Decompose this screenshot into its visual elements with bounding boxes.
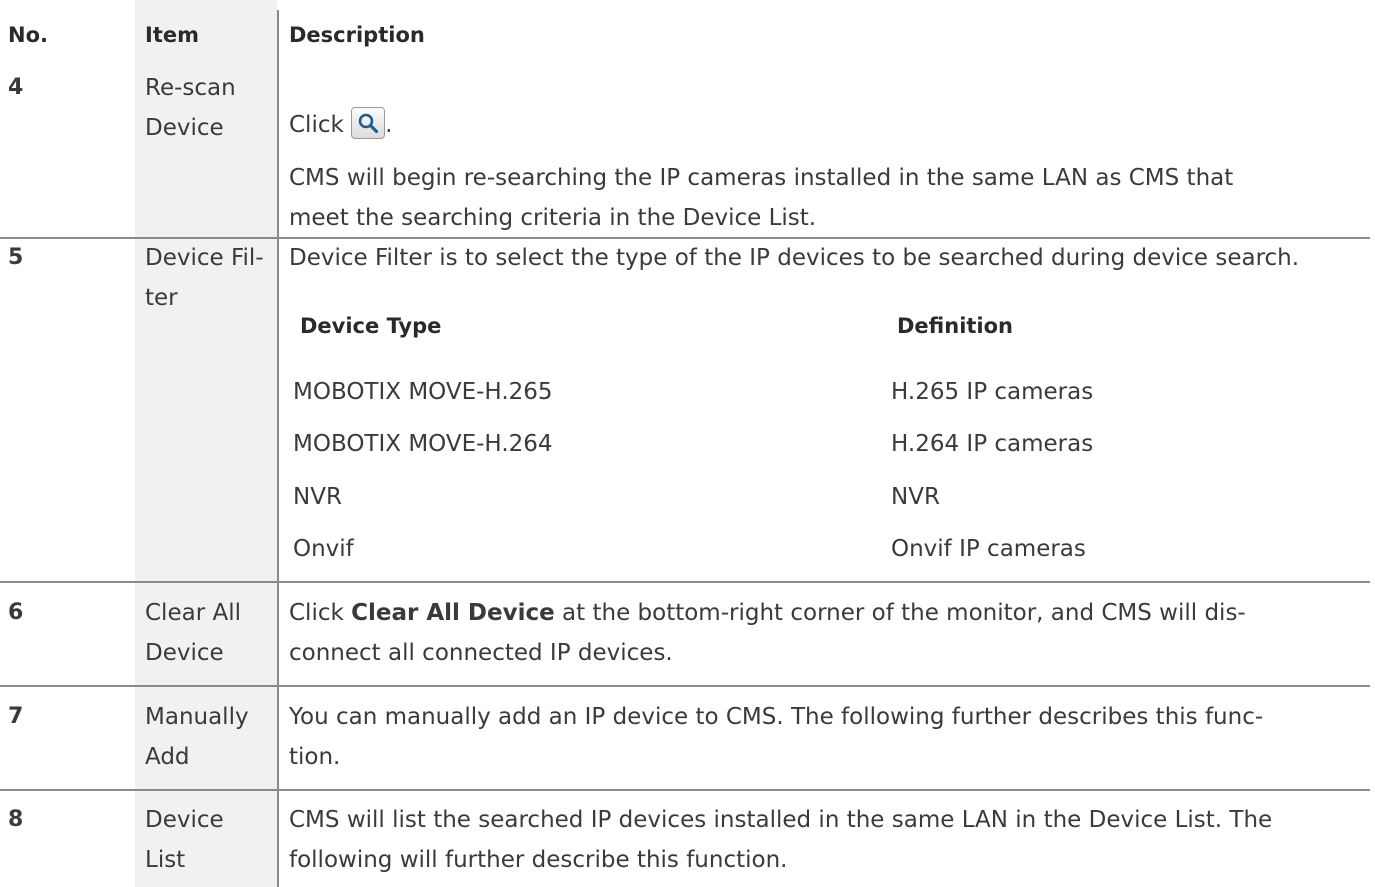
item-line: Add: [145, 744, 190, 770]
row-item: Re-scan Device: [145, 68, 273, 148]
desc-line: You can manually add an IP device to CMS…: [289, 704, 1264, 730]
item-line: Device Fil-: [145, 245, 264, 271]
header-no: No.: [8, 23, 48, 47]
subtable-definition: H.264 IP cameras: [891, 431, 1094, 457]
subtable-definition: NVR: [891, 484, 940, 510]
row-divider: [0, 685, 1370, 687]
item-line: Clear All: [145, 600, 241, 626]
subtable-type: NVR: [293, 484, 342, 510]
item-line: ter: [145, 285, 178, 311]
desc-text: at the bottom-right corner of the monito…: [554, 600, 1246, 626]
rescan-button-image: [351, 106, 386, 139]
desc-line: connect all connected IP devices.: [289, 640, 673, 666]
row-number: 6: [8, 600, 24, 625]
subtable-header-definition: Definition: [897, 314, 1014, 338]
row-item: Device Fil- ter: [145, 238, 273, 318]
item-line: List: [145, 847, 186, 873]
subtable-definition: Onvif IP cameras: [891, 536, 1086, 562]
row-number: 5: [8, 245, 24, 270]
subtable-type: MOBOTIX MOVE-H.264: [293, 431, 553, 457]
row-item: Clear All Device: [145, 593, 273, 673]
item-line: Device: [145, 640, 224, 666]
desc-line: Click Clear All Device at the bottom-rig…: [289, 593, 1246, 633]
desc-line: tion.: [289, 744, 341, 770]
desc-line: CMS will begin re-searching the IP camer…: [289, 165, 1234, 191]
magnifier-icon: [358, 113, 379, 133]
subtable-type: MOBOTIX MOVE-H.265: [293, 379, 553, 405]
header-description: Description: [289, 23, 425, 47]
row-number: 4: [8, 75, 24, 100]
desc-line: meet the searching criteria in the Devic…: [289, 205, 817, 231]
row-number: 8: [8, 807, 24, 832]
desc-bold-text: Clear All Device: [351, 600, 555, 626]
subtable-type: Onvif: [293, 536, 354, 562]
desc-line: Device Filter is to select the type of t…: [289, 245, 1300, 271]
subtable-header-type: Device Type: [300, 314, 442, 338]
item-line: Device: [145, 807, 224, 833]
row-description: Click .: [289, 105, 392, 145]
item-line: Device: [145, 115, 224, 141]
header-item: Item: [145, 23, 199, 47]
desc-text: Click: [289, 600, 352, 626]
desc-text: .: [385, 112, 393, 138]
row-divider: [0, 789, 1370, 791]
item-line: Re-scan: [145, 75, 236, 101]
desc-line: CMS will list the searched IP devices in…: [289, 807, 1273, 833]
row-item: Manually Add: [145, 697, 273, 777]
column-divider: [277, 10, 279, 887]
row-item: Device List: [145, 800, 273, 880]
desc-text: Click: [289, 112, 344, 138]
item-line: Manually: [145, 704, 249, 730]
row-number: 7: [8, 704, 24, 729]
desc-line: following will further describe this fun…: [289, 847, 788, 873]
subtable-definition: H.265 IP cameras: [891, 379, 1094, 405]
row-divider: [0, 581, 1370, 583]
